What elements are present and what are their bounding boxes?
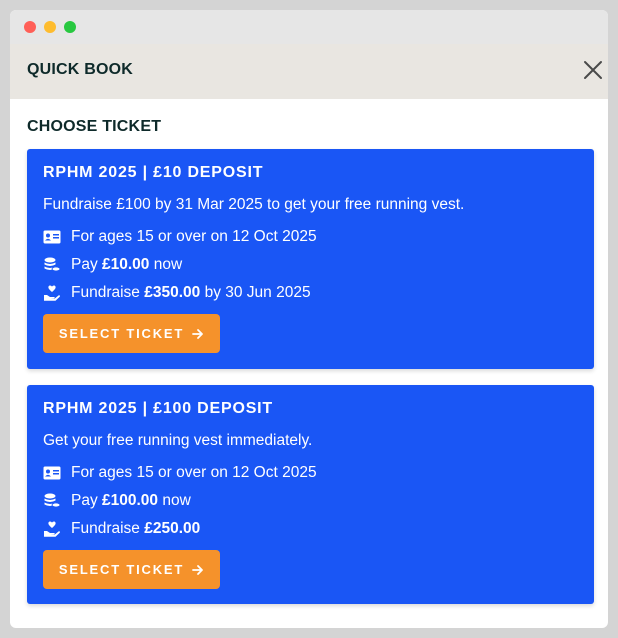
browser-window: QUICK BOOK CHOOSE TICKET RPHM 2025 | £10…: [10, 10, 608, 628]
ticket-title: RPHM 2025 | £100 DEPOSIT: [43, 400, 273, 417]
close-window-dot[interactable]: [24, 21, 36, 33]
ticket-pay-row: Pay £10.00 now: [43, 255, 182, 275]
arrow-right-icon: [192, 328, 204, 340]
ticket-card: RPHM 2025 | £10 DEPOSIT Fundraise £100 b…: [27, 149, 594, 369]
ticket-fundraise-amount: £250.00: [144, 520, 201, 537]
ticket-fundraise-amount: £350.00: [144, 284, 201, 301]
hand-heart-icon: [43, 284, 61, 302]
ticket-age-row: For ages 15 or over on 12 Oct 2025: [43, 227, 317, 247]
section-title: CHOOSE TICKET: [27, 118, 162, 135]
ticket-pay-amount: £100.00: [102, 492, 159, 509]
minimize-window-dot[interactable]: [44, 21, 56, 33]
select-ticket-button[interactable]: SELECT TICKET: [43, 550, 220, 589]
id-card-icon: [43, 228, 61, 246]
ticket-title: RPHM 2025 | £10 DEPOSIT: [43, 164, 264, 181]
ticket-fundraise-text: Fundraise £250.00: [71, 520, 201, 537]
maximize-window-dot[interactable]: [64, 21, 76, 33]
ticket-fundraise-text: Fundraise £350.00 by 30 Jun 2025: [71, 284, 311, 301]
select-ticket-button[interactable]: SELECT TICKET: [43, 314, 220, 353]
select-ticket-label: SELECT TICKET: [58, 326, 185, 341]
ticket-age-text: For ages 15 or over on 12 Oct 2025: [71, 228, 317, 245]
ticket-fundraise-row: Fundraise £250.00: [43, 519, 200, 539]
modal-title: QUICK BOOK: [27, 61, 133, 78]
coins-icon: [43, 492, 61, 510]
window-titlebar: [10, 10, 608, 44]
ticket-age-text: For ages 15 or over on 12 Oct 2025: [71, 464, 317, 481]
ticket-pay-text: Pay £10.00 now: [71, 256, 183, 273]
id-card-icon: [43, 464, 61, 482]
hand-heart-icon: [43, 520, 61, 538]
ticket-pay-row: Pay £100.00 now: [43, 491, 191, 511]
ticket-pay-text: Pay £100.00 now: [71, 492, 191, 509]
coins-icon: [43, 256, 61, 274]
arrow-right-icon: [192, 564, 204, 576]
ticket-description: Get your free running vest immediately.: [43, 432, 313, 449]
ticket-pay-amount: £10.00: [102, 256, 150, 273]
ticket-card: RPHM 2025 | £100 DEPOSIT Get your free r…: [27, 385, 594, 604]
modal-header: QUICK BOOK: [10, 44, 608, 99]
ticket-age-row: For ages 15 or over on 12 Oct 2025: [43, 463, 317, 483]
close-icon[interactable]: [582, 59, 604, 81]
select-ticket-label: SELECT TICKET: [58, 562, 185, 577]
ticket-fundraise-row: Fundraise £350.00 by 30 Jun 2025: [43, 283, 311, 303]
ticket-description: Fundraise £100 by 31 Mar 2025 to get you…: [43, 196, 465, 213]
